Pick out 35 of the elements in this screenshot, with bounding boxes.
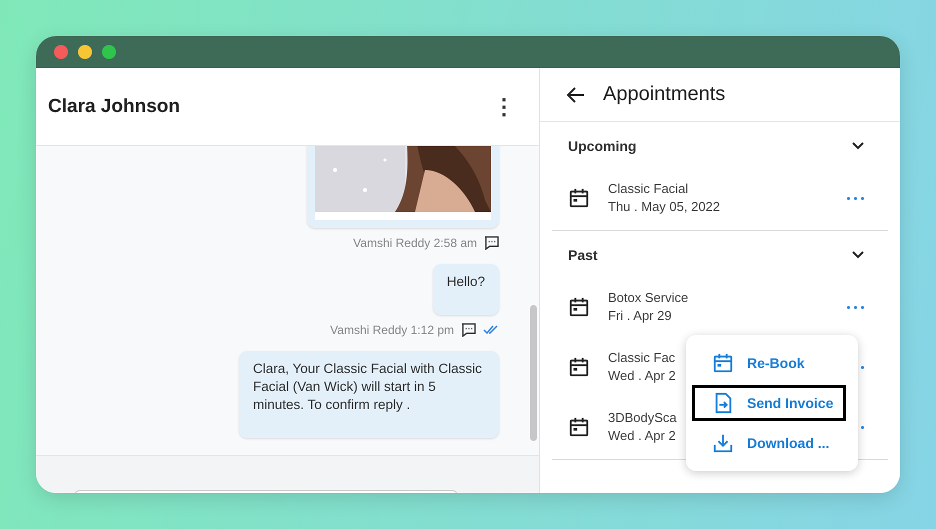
chat-icon — [484, 236, 499, 250]
section-title: Past — [568, 247, 598, 263]
appointment-date: Thu . May 05, 2022 — [608, 198, 720, 216]
calendar-icon — [568, 416, 590, 438]
appointment-name: Classic Fac — [608, 349, 676, 367]
panel-title: Appointments — [603, 83, 726, 106]
calendar-icon — [568, 356, 590, 378]
appointment-name: Classic Facial — [608, 180, 688, 198]
scrollbar[interactable] — [530, 305, 537, 441]
appointment-date: Wed . Apr 2 — [608, 427, 676, 445]
section-header[interactable]: Past — [552, 231, 888, 279]
chat-icon — [461, 323, 476, 337]
maximize-dot[interactable] — [102, 45, 116, 59]
contact-name: Clara Johnson — [48, 96, 180, 118]
calendar-icon — [568, 187, 590, 209]
menu-item[interactable]: Send Invoice — [692, 385, 846, 421]
minimize-dot[interactable] — [78, 45, 92, 59]
message-meta: Vamshi Reddy 2:58 am — [353, 236, 477, 250]
message-meta: Vamshi Reddy 1:12 pm — [330, 323, 454, 337]
close-dot[interactable] — [54, 45, 68, 59]
menu-item[interactable]: Re-Book — [692, 345, 846, 381]
calendar-icon — [712, 352, 734, 374]
menu-item[interactable]: Download ... — [692, 425, 846, 461]
more-options-button[interactable]: ⋮ — [489, 96, 519, 118]
message-bubble: Clara, Your Classic Facial with Classic Facial (Van Wick) will start in 5 minutes. To confirm reply . — [239, 351, 499, 438]
download-icon — [712, 432, 734, 454]
back-arrow-icon[interactable] — [567, 86, 585, 102]
calendar-icon — [568, 296, 590, 318]
appointment-name: Botox Service — [608, 289, 688, 307]
message-bubble: Hello? — [432, 264, 499, 315]
appointment-name: 3DBodySca — [608, 409, 677, 427]
appointment-date: Fri . Apr 29 — [608, 307, 672, 325]
section-header[interactable]: Upcoming — [552, 122, 888, 170]
section-title: Upcoming — [568, 138, 636, 154]
appointment-date: Wed . Apr 2 — [608, 367, 676, 385]
